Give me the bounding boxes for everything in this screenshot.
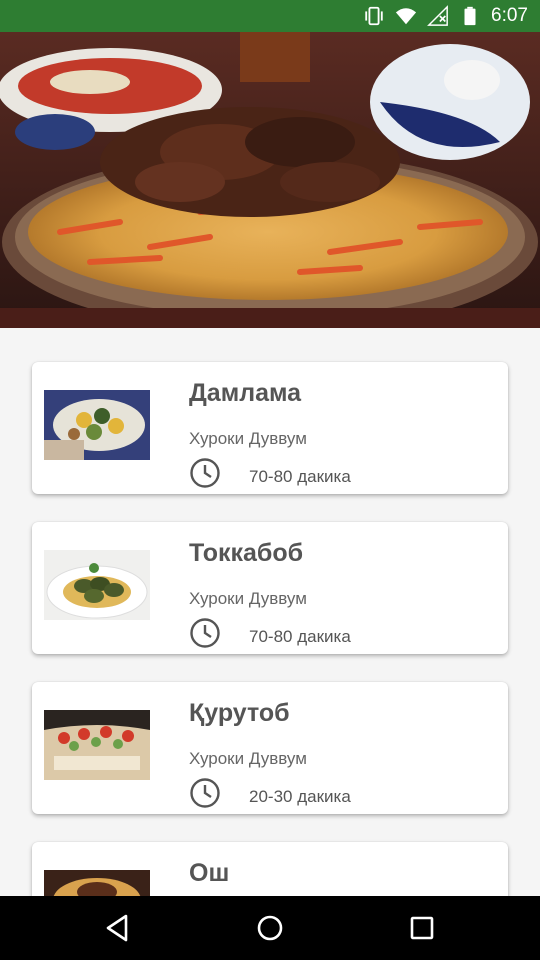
recipe-duration: 70-80 дакика [249,467,351,486]
recipe-card-osh[interactable]: Ош [32,842,508,896]
home-icon[interactable] [254,912,286,944]
plov-dish-photo [0,32,540,328]
recipe-category: Хуроки Дуввум [189,749,307,768]
recipe-duration: 20-30 дакика [249,787,351,806]
recents-icon[interactable] [406,912,438,944]
recipe-card-qurutob[interactable]: Қурутоб Хуроки Дуввум 20-30 дакика [32,682,508,814]
clock-icon [190,618,220,648]
recipe-duration: 70-80 дакика [249,627,351,646]
clock-icon [190,778,220,808]
recipe-title: Ош [189,859,230,887]
clock-icon [190,458,220,488]
back-icon[interactable] [102,912,134,944]
recipe-card-damlama[interactable]: Дамлама Хуроки Дуввум 70-80 дакика [32,362,508,494]
hero-image [0,32,540,328]
tokkabob-photo [44,550,150,620]
wifi-icon [395,8,417,25]
battery-icon [464,6,476,26]
no-signal-icon [427,5,448,26]
recipe-list[interactable]: Дамлама Хуроки Дуввум 70-80 дакика Токка… [0,328,540,896]
status-bar: 6:07 [0,0,540,32]
vibrate-icon [365,6,383,26]
osh-photo [44,870,150,896]
recipe-title: Қурутоб [189,699,290,727]
recipe-category: Хуроки Дуввум [189,589,307,608]
recipe-category: Хуроки Дуввум [189,429,307,448]
recipe-title: Дамлама [189,379,302,407]
damlama-photo [44,390,150,460]
status-time: 6:07 [491,5,528,26]
recipe-card-tokkabob[interactable]: Токкабоб Хуроки Дуввум 70-80 дакика [32,522,508,654]
recipe-title: Токкабоб [189,539,304,567]
navigation-bar [0,896,540,960]
qurutob-photo [44,710,150,780]
